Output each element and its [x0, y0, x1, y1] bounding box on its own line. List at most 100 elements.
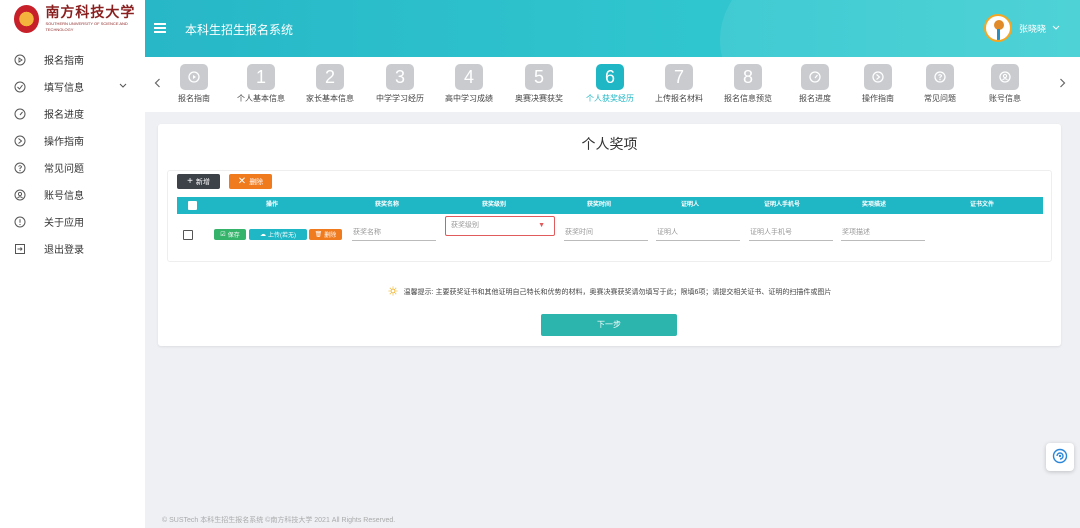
sidebar-item-about[interactable]: 关于应用: [0, 208, 145, 235]
sidebar-item-label: 操作指南: [44, 137, 84, 148]
gauge-icon: [801, 64, 829, 90]
chevron-down-icon: [119, 81, 127, 92]
sidebar-item-faq[interactable]: 常见问题: [0, 154, 145, 181]
user-name: 张晓晓: [1018, 23, 1046, 34]
column-header: 获奖级别: [481, 202, 506, 208]
question-circle-icon: [926, 64, 954, 90]
step-6[interactable]: 6 个人获奖经历: [575, 64, 645, 104]
add-award-button[interactable]: + 新增: [177, 174, 220, 189]
step-number: 1: [247, 64, 275, 90]
award-time-input[interactable]: 获奖时间: [564, 227, 648, 241]
app-title: 本科生招生报名系统: [185, 23, 294, 37]
check-circle-icon: [14, 81, 26, 93]
step-number: 6: [596, 64, 624, 90]
step-label: 奥赛决赛获奖: [515, 94, 563, 103]
sidebar-item-progress[interactable]: 报名进度: [0, 100, 145, 127]
step-label: 报名进度: [799, 94, 831, 103]
column-header: 获奖时间: [586, 202, 611, 208]
column-header: 获奖名称: [374, 202, 399, 208]
steps-bar: 报名指南 1 个人基本信息 2 家长基本信息 3 中学学习经历 4 高中学习成绩…: [145, 57, 1080, 112]
awards-table-panel: + 新增 ✕ 删除 操作 获奖名称 获奖级别 获奖时间 证明人 证明人手机号 奖…: [167, 170, 1052, 262]
column-header: 证书文件: [969, 202, 994, 208]
step-number: 5: [525, 64, 553, 90]
guide-circle-icon: [14, 135, 26, 147]
award-level-select[interactable]: 获奖级别 ▼: [445, 216, 555, 236]
close-icon: ✕: [237, 176, 247, 187]
trash-icon: 🗑: [314, 232, 323, 238]
avatar[interactable]: [983, 14, 1012, 42]
caret-down-icon: ▼: [538, 222, 545, 229]
sidebar-item-guide[interactable]: 报名指南: [0, 46, 145, 73]
step-number: 3: [386, 64, 414, 90]
step-progress[interactable]: 报名进度: [780, 64, 850, 104]
user-circle-icon: [991, 64, 1019, 90]
step-number: 2: [316, 64, 344, 90]
select-all-checkbox[interactable]: [188, 201, 197, 210]
question-circle-icon: [14, 162, 26, 174]
top-header: 本科生招生报名系统 张晓晓: [145, 0, 1080, 57]
step-3[interactable]: 3 中学学习经历: [365, 64, 435, 104]
sidebar-item-label: 账号信息: [44, 191, 84, 202]
step-label: 个人获奖经历: [586, 94, 634, 103]
delete-row-button[interactable]: 🗑 删除: [309, 229, 342, 240]
sidebar-item-label: 报名进度: [44, 110, 84, 121]
step-number: 4: [455, 64, 483, 90]
step-operation-guide[interactable]: 操作指南: [843, 64, 913, 104]
sidebar-item-label: 填写信息: [44, 83, 84, 94]
step-1[interactable]: 1 个人基本信息: [226, 64, 296, 104]
chevron-right-icon[interactable]: [1059, 77, 1066, 91]
play-circle-icon: [14, 54, 26, 66]
step-number: 7: [665, 64, 693, 90]
cloud-upload-icon: ☁: [260, 232, 266, 238]
save-row-button[interactable]: ☑ 保存: [214, 229, 246, 240]
hamburger-menu-icon[interactable]: [154, 23, 166, 33]
add-label: 新增: [195, 178, 210, 186]
logout-icon: [14, 243, 26, 255]
column-header: 证明人手机号: [763, 202, 800, 208]
step-8[interactable]: 8 报名信息预览: [713, 64, 783, 104]
step-label: 中学学习经历: [376, 94, 424, 103]
sidebar-item-fill-info[interactable]: 填写信息: [0, 73, 145, 100]
step-label: 操作指南: [862, 94, 894, 103]
delete-label: 删除: [249, 178, 264, 186]
sidebar-item-operation-guide[interactable]: 操作指南: [0, 127, 145, 154]
info-circle-icon: [14, 216, 26, 228]
row-checkbox[interactable]: [183, 230, 193, 240]
next-step-button[interactable]: 下一步: [541, 314, 677, 336]
award-name-input[interactable]: 获奖名称: [352, 227, 436, 241]
step-label: 家长基本信息: [306, 94, 354, 103]
step-4[interactable]: 4 高中学习成绩: [434, 64, 504, 104]
step-guide[interactable]: 报名指南: [159, 64, 229, 104]
user-circle-icon: [14, 189, 26, 201]
column-header: 奖项描述: [861, 202, 886, 208]
table-header: 操作 获奖名称 获奖级别 获奖时间 证明人 证明人手机号 奖项描述 证书文件: [177, 197, 1043, 214]
step-number: 8: [734, 64, 762, 90]
university-name-en: SOUTHERN UNIVERSITY OF SCIENCE AND TECHN…: [45, 21, 128, 32]
witness-input[interactable]: 证明人: [656, 227, 740, 241]
witness-phone-input[interactable]: 证明人手机号: [749, 227, 833, 241]
step-label: 个人基本信息: [237, 94, 285, 103]
step-5[interactable]: 5 奥赛决赛获奖: [504, 64, 574, 104]
sidebar-item-logout[interactable]: 退出登录: [0, 235, 145, 262]
step-label: 报名指南: [178, 94, 210, 103]
award-description-input[interactable]: 奖项描述: [841, 227, 925, 241]
gauge-icon: [14, 108, 26, 120]
footer-copyright: © SUSTech 本科生招生报名系统 ©南方科技大学 2021 All Rig…: [162, 517, 396, 524]
step-account[interactable]: 账号信息: [970, 64, 1040, 104]
step-2[interactable]: 2 家长基本信息: [295, 64, 365, 104]
step-label: 高中学习成绩: [445, 94, 493, 103]
user-menu[interactable]: 张晓晓: [983, 14, 1060, 42]
sidebar-item-account[interactable]: 账号信息: [0, 181, 145, 208]
sidebar-item-label: 退出登录: [44, 245, 84, 256]
sidebar-item-label: 常见问题: [44, 164, 84, 175]
delete-award-button[interactable]: ✕ 删除: [229, 174, 272, 189]
step-label: 账号信息: [989, 94, 1021, 103]
university-logo[interactable]: 南方科技大学 SOUTHERN UNIVERSITY OF SCIENCE AN…: [0, 0, 145, 38]
step-label: 上传报名材料: [655, 94, 703, 103]
step-7[interactable]: 7 上传报名材料: [644, 64, 714, 104]
upload-certificate-button[interactable]: ☁ 上传(若无): [249, 229, 307, 240]
step-faq[interactable]: 常见问题: [905, 64, 975, 104]
sidebar-item-label: 报名指南: [44, 56, 84, 67]
floating-help-button[interactable]: [1046, 443, 1074, 471]
play-circle-icon: [180, 64, 208, 90]
